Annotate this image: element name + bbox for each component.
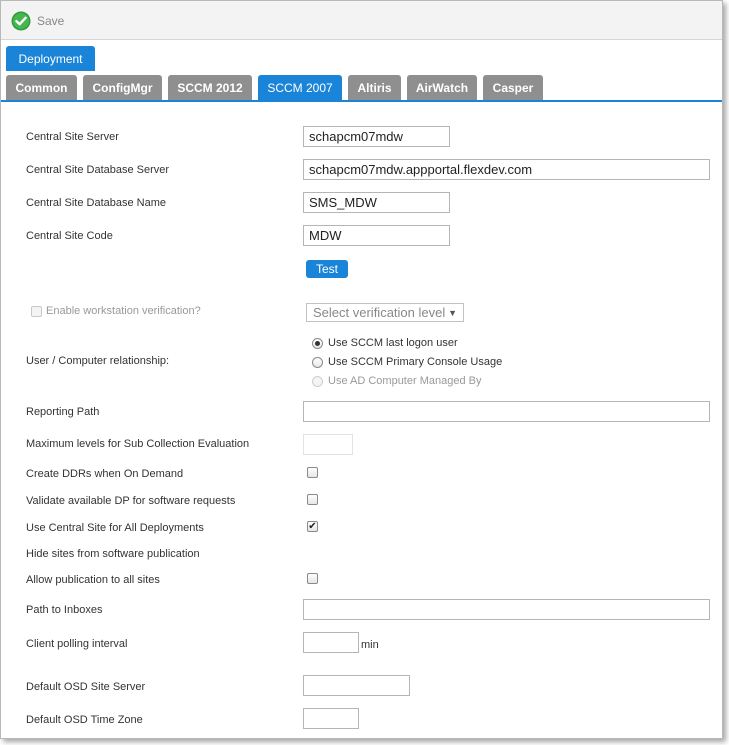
subtab-altiris[interactable]: Altiris	[348, 75, 401, 100]
radio-sccm-last-logon[interactable]: Use SCCM last logon user	[312, 337, 458, 349]
client-polling-label: Client polling interval	[26, 638, 128, 650]
subtab-sccm-2012[interactable]: SCCM 2012	[168, 75, 252, 100]
radio-label: Use SCCM last logon user	[328, 337, 458, 349]
verification-level-value: Select verification level	[313, 305, 446, 320]
central-site-code-input[interactable]: MDW	[303, 225, 450, 246]
default-osd-time-zone-label: Default OSD Time Zone	[26, 714, 143, 726]
client-polling-unit: min	[361, 639, 379, 651]
radio-sccm-primary-console[interactable]: Use SCCM Primary Console Usage	[312, 356, 502, 368]
default-osd-site-server-input[interactable]	[303, 675, 410, 696]
central-site-server-label: Central Site Server	[26, 131, 119, 143]
hide-sites-label: Hide sites from software publication	[26, 548, 200, 560]
radio-button-icon[interactable]	[312, 356, 323, 368]
save-button[interactable]: Save	[11, 11, 64, 31]
save-label: Save	[37, 14, 65, 28]
green-check-circle-icon	[11, 11, 31, 31]
radio-label: Use SCCM Primary Console Usage	[328, 356, 503, 368]
subtab-common[interactable]: Common	[6, 75, 77, 100]
max-levels-label: Maximum levels for Sub Collection Evalua…	[26, 438, 250, 450]
reporting-path-label: Reporting Path	[26, 406, 100, 418]
user-computer-relationship-label: User / Computer relationship:	[26, 355, 170, 367]
toolbar: Save	[1, 1, 722, 40]
create-ddrs-label: Create DDRs when On Demand	[26, 468, 184, 480]
central-site-db-server-input[interactable]: schapcm07mdw.appportal.flexdev.com	[303, 159, 710, 180]
radio-button-icon[interactable]	[312, 375, 323, 387]
default-osd-site-server-label: Default OSD Site Server	[26, 681, 146, 693]
path-to-inboxes-label: Path to Inboxes	[26, 604, 103, 616]
validate-dp-label: Validate available DP for software reque…	[26, 495, 236, 507]
test-button[interactable]: Test	[306, 260, 348, 278]
deployment-settings-window: Save Deployment Common ConfigMgr SCCM 20…	[0, 0, 723, 739]
allow-publication-checkbox[interactable]	[307, 573, 318, 584]
central-site-server-input[interactable]: schapcm07mdw	[303, 126, 450, 147]
client-polling-input[interactable]	[303, 632, 359, 653]
allow-publication-label: Allow publication to all sites	[26, 574, 160, 586]
central-site-code-label: Central Site Code	[26, 230, 113, 242]
tab-deployment[interactable]: Deployment	[6, 46, 95, 71]
default-osd-time-zone-input[interactable]	[303, 708, 359, 729]
max-levels-input[interactable]	[303, 434, 353, 455]
use-central-site-label: Use Central Site for All Deployments	[26, 522, 204, 534]
path-to-inboxes-input[interactable]	[303, 599, 710, 620]
subtab-sccm-2007[interactable]: SCCM 2007	[258, 75, 342, 100]
subtab-bar: Common ConfigMgr SCCM 2012 SCCM 2007 Alt…	[1, 75, 722, 102]
workstation-verification-label: Enable workstation verification?	[46, 305, 201, 317]
radio-ad-computer-managed-by[interactable]: Use AD Computer Managed By	[312, 375, 481, 387]
reporting-path-input[interactable]	[303, 401, 710, 422]
radio-button-icon[interactable]	[312, 337, 323, 349]
workstation-verification-checkbox[interactable]	[31, 306, 42, 317]
central-site-db-name-label: Central Site Database Name	[26, 197, 167, 209]
subtab-configmgr[interactable]: ConfigMgr	[83, 75, 162, 100]
verification-level-select[interactable]: Select verification level ▼	[306, 303, 464, 322]
radio-label: Use AD Computer Managed By	[328, 375, 482, 387]
central-site-db-name-input[interactable]: SMS_MDW	[303, 192, 450, 213]
subtab-casper[interactable]: Casper	[483, 75, 543, 100]
checkmark-icon: ✔	[308, 520, 317, 532]
subtab-airwatch[interactable]: AirWatch	[407, 75, 477, 100]
central-site-db-server-label: Central Site Database Server	[26, 164, 170, 176]
validate-dp-checkbox[interactable]	[307, 494, 318, 505]
use-central-site-checkbox[interactable]: ✔	[307, 521, 318, 532]
create-ddrs-checkbox[interactable]	[307, 467, 318, 478]
dropdown-arrow-icon: ▼	[448, 307, 457, 318]
